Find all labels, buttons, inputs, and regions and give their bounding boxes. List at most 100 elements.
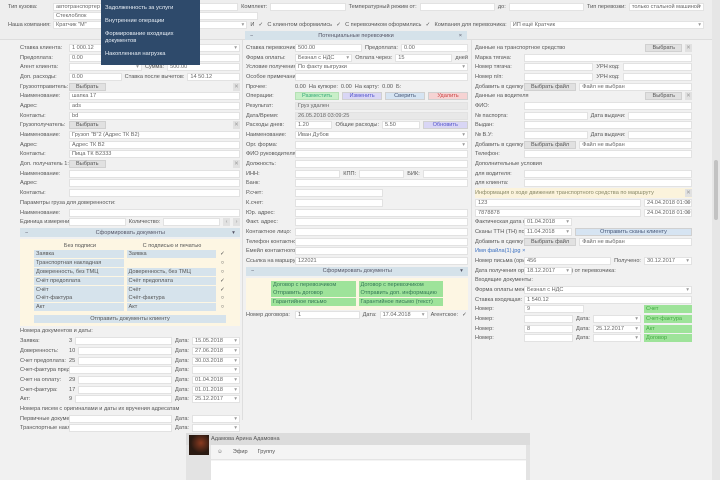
text-input[interactable] — [295, 247, 468, 256]
text-input[interactable] — [622, 72, 692, 81]
text-input[interactable] — [69, 169, 240, 178]
date-picker[interactable]: 27.06.2018 — [192, 346, 240, 355]
expand-icon[interactable]: ▾ — [232, 230, 235, 236]
date-picker[interactable]: 01.04.2018 — [524, 218, 572, 227]
text-input[interactable] — [295, 198, 383, 207]
button[interactable]: Выбрать файл — [524, 82, 577, 91]
date-picker[interactable]: 24.04.2018 01:09:52 — [644, 208, 692, 217]
text-input[interactable]: 5.50 — [382, 121, 420, 130]
stamp-checkbox[interactable]: ✓ — [219, 251, 226, 257]
date-picker[interactable] — [593, 315, 641, 324]
text-input[interactable] — [69, 189, 240, 198]
text-input[interactable] — [524, 131, 588, 140]
checkmark-icon[interactable]: ✓ — [335, 22, 342, 28]
text-input[interactable] — [69, 424, 173, 433]
checkmark-icon[interactable]: ✓ — [257, 22, 264, 28]
close-icon[interactable]: ✕ — [685, 43, 692, 52]
button[interactable]: Выбрать — [69, 121, 106, 130]
text-input[interactable] — [295, 189, 383, 198]
close-icon[interactable]: ✕ — [233, 121, 240, 130]
button[interactable]: Сверить — [385, 92, 426, 101]
text-input[interactable] — [524, 169, 692, 178]
incoming-doc-tag[interactable]: Акт — [644, 324, 692, 333]
text-input[interactable] — [524, 63, 594, 72]
menu-item-incoming-documents[interactable]: Формирование входящих документов — [105, 31, 196, 45]
close-icon[interactable]: × — [459, 33, 462, 39]
text-input[interactable] — [628, 111, 692, 120]
incoming-doc-tag[interactable]: Счет — [644, 305, 692, 314]
incoming-doc-tag[interactable]: Договор — [644, 334, 692, 343]
date-picker[interactable]: 01.04.2018 — [192, 375, 240, 384]
text-input[interactable] — [295, 179, 468, 188]
button[interactable]: Выбрать файл — [524, 237, 577, 246]
text-input[interactable]: Грузоп "В"2 (Адрес ТК В2) — [69, 131, 240, 140]
date-picker[interactable]: 15.05.2018 — [192, 337, 240, 346]
text-input[interactable] — [295, 218, 468, 227]
doc-button[interactable]: Отправить доп. информацию — [358, 289, 443, 298]
text-input[interactable] — [69, 218, 126, 227]
text-input[interactable] — [524, 315, 574, 324]
stamp-checkbox[interactable]: ✓ — [219, 287, 226, 293]
text-input[interactable] — [69, 366, 173, 375]
doc-unsigned[interactable]: Акт — [34, 303, 124, 312]
doc-unsigned[interactable]: Доверенность, без ТМЦ — [34, 268, 124, 277]
text-input[interactable] — [628, 131, 692, 140]
generate-documents-bar[interactable]: − Сформировать документы ▾ — [246, 266, 468, 276]
text-input[interactable]: 500.00 — [295, 43, 363, 52]
expand-icon[interactable]: ▾ — [460, 268, 463, 274]
button[interactable]: Выбрать — [645, 43, 682, 52]
text-input[interactable]: 0.00 — [69, 72, 122, 81]
text-input[interactable]: 1.20 — [295, 121, 333, 130]
text-input[interactable] — [524, 121, 692, 130]
select-dropdown[interactable]: Безнал с НДС — [524, 286, 692, 295]
date-picker[interactable]: 30.12.2017 — [644, 256, 692, 265]
date-picker[interactable] — [192, 414, 240, 423]
text-input[interactable] — [524, 150, 692, 159]
select-dropdown[interactable]: По факту выгрузки — [295, 63, 468, 72]
attached-file-link[interactable]: Имя файла(1).jpg × — [475, 248, 525, 254]
text-input[interactable] — [524, 53, 692, 62]
text-input[interactable] — [524, 179, 692, 188]
button[interactable]: Выбрать — [69, 82, 106, 91]
date-picker[interactable]: 11.04.2018 — [524, 227, 572, 236]
collapse-icon[interactable]: − — [251, 268, 254, 274]
button[interactable]: Изменить — [342, 92, 383, 101]
doc-button[interactable]: Гарантийное письмо — [271, 298, 356, 306]
menu-item-debts[interactable]: Задолженность за услуги — [105, 5, 196, 12]
text-input[interactable] — [78, 346, 173, 355]
stamp-checkbox[interactable]: ○ — [219, 304, 226, 310]
text-input[interactable] — [524, 111, 588, 120]
date-picker[interactable] — [192, 366, 240, 375]
stamp-checkbox[interactable]: ○ — [219, 269, 226, 275]
doc-unsigned[interactable]: Счёт-фактура — [34, 294, 124, 303]
doc-unsigned[interactable]: Счёт предоплата — [34, 276, 124, 285]
button[interactable]: Разместить — [295, 92, 340, 101]
button[interactable]: Выбрать файл — [524, 140, 577, 149]
checkmark-icon[interactable]: ✓ — [424, 22, 431, 28]
text-input[interactable]: 123 — [475, 198, 641, 207]
text-input[interactable] — [524, 72, 594, 81]
close-icon[interactable]: ✕ — [233, 82, 240, 91]
doc-unsigned[interactable]: Транспортная накладная — [34, 259, 124, 268]
button[interactable]: Обновить — [422, 121, 468, 130]
text-input[interactable] — [163, 218, 220, 227]
button[interactable]: Удалить — [428, 92, 468, 101]
select-dropdown[interactable]: Иван Дубов — [295, 131, 468, 140]
text-input[interactable] — [622, 63, 692, 72]
doc-signed[interactable]: Заявка — [126, 250, 216, 259]
doc-signed[interactable]: Доверенность, без ТМЦ — [126, 268, 216, 277]
button[interactable]: Выбрать — [69, 160, 106, 169]
doc-signed[interactable]: Счёт — [126, 285, 216, 294]
doc-signed[interactable]: Акт — [126, 303, 216, 312]
text-input[interactable]: Адрес ТК В2 — [69, 140, 240, 149]
stamp-checkbox[interactable]: ○ — [219, 295, 226, 301]
select-dropdown[interactable]: ИП ещё Кратчик — [509, 20, 705, 29]
checkmark-icon[interactable]: ✓ — [461, 312, 468, 318]
date-picker[interactable]: 25.12.2017 — [593, 324, 641, 333]
text-input[interactable]: 122021 — [295, 256, 468, 265]
text-input[interactable]: 1 — [295, 311, 360, 320]
text-input[interactable] — [295, 150, 468, 159]
text-input[interactable]: 0.00 — [400, 43, 468, 52]
menu-item-internal-operations[interactable]: Внутренние операции — [105, 18, 196, 25]
smiley-icon[interactable]: ☺ — [217, 449, 223, 455]
